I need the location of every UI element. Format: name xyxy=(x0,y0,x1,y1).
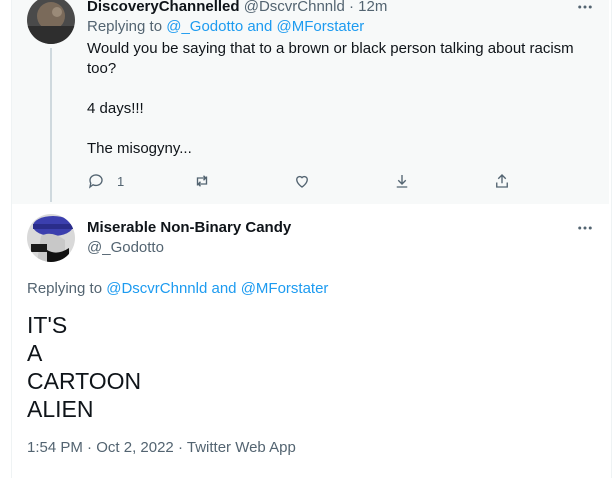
reply-author-name[interactable]: DiscoveryChannelled xyxy=(87,0,240,15)
reply-text: Would you be saying that to a brown or b… xyxy=(87,40,574,157)
thread-line xyxy=(50,48,52,202)
mention-link[interactable]: @MForstater xyxy=(241,280,329,297)
more-icon[interactable] xyxy=(575,0,595,17)
mention-link[interactable]: @DscvrChnnld xyxy=(106,280,207,297)
download-icon xyxy=(396,175,408,188)
mention-link[interactable]: @MForstater xyxy=(277,18,365,35)
replying-prefix: Replying to xyxy=(27,280,103,297)
tweet-time[interactable]: 1:54 PM xyxy=(27,439,83,456)
mention-and[interactable]: and xyxy=(211,280,236,297)
tweet-date[interactable]: Oct 2, 2022 xyxy=(96,439,174,456)
more-icon-glyph xyxy=(578,5,592,9)
separator-dot: · xyxy=(177,439,183,456)
main-header: Miserable Non-Binary Candy xyxy=(87,218,291,238)
more-icon[interactable] xyxy=(575,218,595,238)
retweet-icon xyxy=(196,175,208,187)
tweet-source[interactable]: Twitter Web App xyxy=(187,439,296,456)
avatar-image xyxy=(27,214,75,262)
tweet-meta: 1:54 PM · Oct 2, 2022 · Twitter Web App xyxy=(27,438,296,458)
main-author-handle[interactable]: @_Godotto xyxy=(87,238,164,258)
mention-and[interactable]: and xyxy=(247,18,272,35)
reply-count: 1 xyxy=(117,173,125,189)
bookmark-button[interactable] xyxy=(393,172,411,190)
like-button[interactable] xyxy=(293,172,311,190)
reply-replying-to: Replying to @_Godotto and @MForstater xyxy=(87,17,364,37)
more-icon-glyph xyxy=(578,226,592,230)
main-replying-to: Replying to @DscvrChnnld and @MForstater xyxy=(27,279,328,299)
share-icon xyxy=(496,174,508,188)
separator-dot: · xyxy=(87,439,93,456)
reply-author-handle[interactable]: @DscvrChnnld xyxy=(244,0,345,15)
heart-icon xyxy=(296,175,308,188)
replying-prefix: Replying to xyxy=(87,18,163,35)
reply-button[interactable]: 1 xyxy=(87,172,124,190)
reply-header: DiscoveryChannelled @DscvrChnnld · 12m xyxy=(87,0,387,17)
main-tweet-text: IT'S A CARTOON ALIEN xyxy=(27,312,142,422)
reply-time[interactable]: 12m xyxy=(358,0,387,15)
separator-dot: · xyxy=(349,0,354,15)
mention-link[interactable]: @_Godotto xyxy=(166,18,243,35)
retweet-button[interactable] xyxy=(193,172,211,190)
share-button[interactable] xyxy=(493,172,511,190)
main-author-name[interactable]: Miserable Non-Binary Candy xyxy=(87,219,291,236)
reply-icon xyxy=(88,174,103,189)
main-author-avatar[interactable] xyxy=(27,214,75,262)
